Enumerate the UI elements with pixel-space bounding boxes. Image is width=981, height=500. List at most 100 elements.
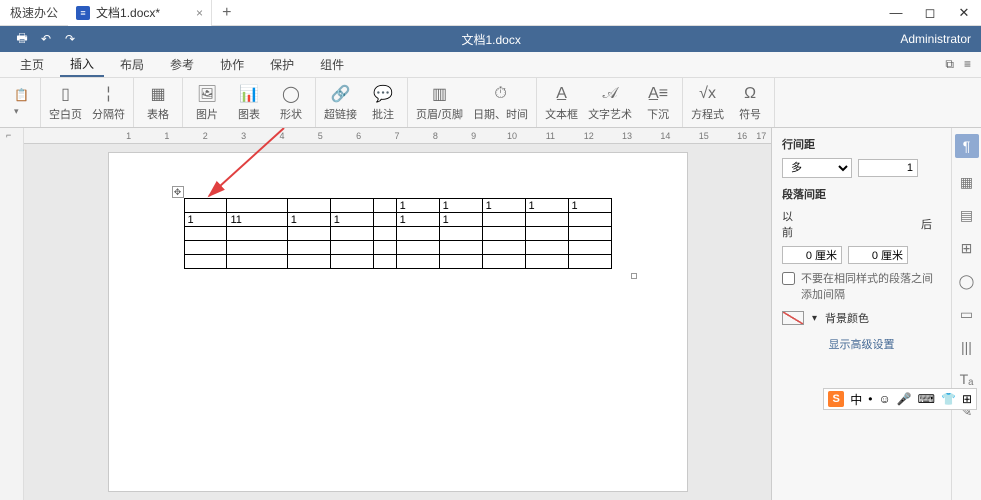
table-cell[interactable]: [330, 255, 373, 269]
comment-button[interactable]: 💬批注: [367, 84, 399, 122]
table-button[interactable]: ▦表格: [142, 84, 174, 122]
table-cell[interactable]: [330, 227, 373, 241]
table-cell[interactable]: 1: [568, 199, 611, 213]
strip-paragraph-icon[interactable]: ¶: [955, 134, 979, 158]
date-time-button[interactable]: ⏱日期、时间: [473, 84, 528, 122]
table-cell[interactable]: [184, 199, 227, 213]
table-cell[interactable]: [439, 241, 482, 255]
close-tab-icon[interactable]: ×: [166, 6, 203, 20]
menu-collab[interactable]: 协作: [210, 53, 254, 76]
strip-chart-icon[interactable]: ▭: [960, 306, 973, 323]
strip-text-icon[interactable]: Tₐ: [960, 371, 974, 387]
ime-grid[interactable]: ⊞: [962, 392, 972, 406]
table-cell[interactable]: [525, 241, 568, 255]
table-cell[interactable]: [568, 241, 611, 255]
table-cell[interactable]: 1: [330, 213, 373, 227]
table-cell[interactable]: [396, 227, 439, 241]
open-file-icon[interactable]: ⧉: [945, 57, 954, 72]
table-cell[interactable]: [287, 199, 330, 213]
symbol-button[interactable]: Ω符号: [734, 84, 766, 122]
table-cell[interactable]: [373, 199, 396, 213]
line-spacing-mode[interactable]: 多: [782, 158, 852, 178]
menu-home[interactable]: 主页: [10, 53, 54, 76]
strip-header-icon[interactable]: ⊞: [961, 240, 973, 257]
wordart-button[interactable]: 𝒜文字艺术: [588, 84, 632, 122]
ime-emoji[interactable]: ☺: [878, 392, 890, 406]
table-cell[interactable]: 1: [482, 199, 525, 213]
table-cell[interactable]: [227, 255, 287, 269]
table-cell[interactable]: [227, 199, 287, 213]
spacing-after-input[interactable]: [848, 246, 908, 264]
line-spacing-value[interactable]: [858, 159, 918, 177]
table-cell[interactable]: [525, 213, 568, 227]
table-cell[interactable]: [525, 255, 568, 269]
menu-protect[interactable]: 保护: [260, 53, 304, 76]
page[interactable]: ✥ 111111111111: [108, 152, 688, 492]
print-icon[interactable]: 🖶: [10, 29, 34, 50]
close-window-button[interactable]: ✕: [947, 5, 981, 21]
table-cell[interactable]: [568, 255, 611, 269]
header-footer-button[interactable]: ▥页眉/页脚: [416, 84, 463, 122]
undo-icon[interactable]: ↶: [34, 32, 58, 46]
more-icon[interactable]: ≡: [964, 57, 971, 72]
ime-keyboard[interactable]: ⌨: [918, 392, 935, 406]
table-cell[interactable]: [184, 255, 227, 269]
table-cell[interactable]: 1: [439, 213, 482, 227]
table-resize-handle[interactable]: [631, 273, 637, 279]
ime-logo-icon[interactable]: S: [828, 391, 844, 407]
new-tab-button[interactable]: +: [212, 4, 241, 22]
table-cell[interactable]: [482, 227, 525, 241]
equation-button[interactable]: √x方程式: [691, 84, 724, 122]
spacing-before-input[interactable]: [782, 246, 842, 264]
menu-references[interactable]: 参考: [160, 53, 204, 76]
minimize-button[interactable]: —: [879, 5, 913, 21]
table-cell[interactable]: [482, 255, 525, 269]
table-cell[interactable]: [373, 227, 396, 241]
table-cell[interactable]: [568, 227, 611, 241]
shape-button[interactable]: ◯形状: [275, 84, 307, 122]
document-table[interactable]: 111111111111: [184, 198, 612, 269]
document-tab[interactable]: ≡ 文档1.docx* ×: [68, 0, 212, 26]
table-cell[interactable]: 1: [184, 213, 227, 227]
table-cell[interactable]: [373, 241, 396, 255]
chart-button[interactable]: 📊图表: [233, 84, 265, 122]
paste-icon[interactable]: 📋▾: [14, 83, 32, 123]
strip-textart-icon[interactable]: |||: [961, 339, 972, 355]
maximize-button[interactable]: ◻: [913, 5, 947, 21]
strip-shape-icon[interactable]: ◯: [959, 273, 975, 290]
table-cell[interactable]: 11: [227, 213, 287, 227]
picture-button[interactable]: 🖼图片: [191, 84, 223, 122]
table-cell[interactable]: [373, 213, 396, 227]
table-cell[interactable]: 1: [525, 199, 568, 213]
dropcap-button[interactable]: A̲≡下沉: [642, 84, 674, 122]
table-cell[interactable]: [287, 241, 330, 255]
table-cell[interactable]: [482, 213, 525, 227]
textbox-button[interactable]: A̲文本框: [545, 84, 578, 122]
show-advanced-link[interactable]: 显示高级设置: [782, 336, 941, 352]
table-cell[interactable]: [330, 241, 373, 255]
strip-table-icon[interactable]: ▦: [960, 174, 973, 191]
menu-plugins[interactable]: 组件: [310, 53, 354, 76]
table-cell[interactable]: 1: [287, 213, 330, 227]
no-same-style-check[interactable]: 不要在相同样式的段落之间添加间隔: [782, 270, 941, 302]
menu-layout[interactable]: 布局: [110, 53, 154, 76]
table-cell[interactable]: [330, 199, 373, 213]
table-cell[interactable]: [227, 241, 287, 255]
hyperlink-button[interactable]: 🔗超链接: [324, 84, 357, 122]
table-cell[interactable]: [396, 241, 439, 255]
ime-skin[interactable]: 👕: [941, 392, 956, 406]
user-label[interactable]: Administrator: [900, 32, 971, 46]
table-cell[interactable]: [184, 241, 227, 255]
redo-icon[interactable]: ↷: [58, 32, 82, 46]
page-break-button[interactable]: ¦分隔符: [92, 84, 125, 122]
strip-image-icon[interactable]: ▤: [960, 207, 973, 224]
table-cell[interactable]: [287, 255, 330, 269]
table-cell[interactable]: [525, 227, 568, 241]
table-cell[interactable]: [227, 227, 287, 241]
table-move-handle[interactable]: ✥: [172, 186, 184, 198]
canvas[interactable]: 11234567891011121314151617 ✥ 11111111111…: [24, 128, 771, 500]
no-same-style-checkbox[interactable]: [782, 272, 795, 285]
ime-mic[interactable]: 🎤: [897, 392, 912, 406]
blank-page-button[interactable]: ▯空白页: [49, 84, 82, 122]
table-cell[interactable]: [287, 227, 330, 241]
